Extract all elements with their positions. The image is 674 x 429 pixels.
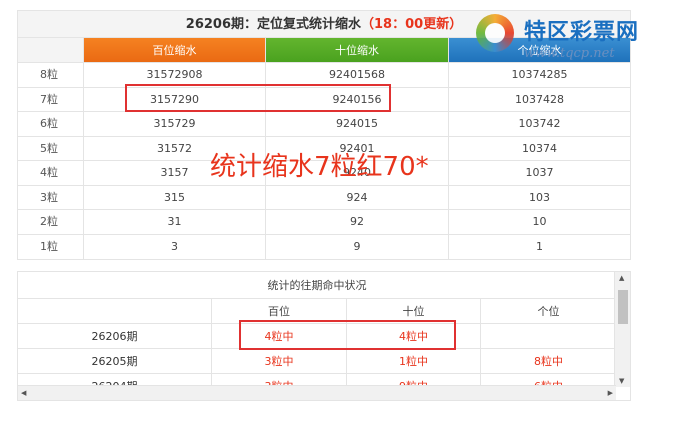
cell-hundreds: 31572908 xyxy=(84,63,266,87)
highlight-box-7-grains xyxy=(125,84,391,112)
scroll-right-icon[interactable]: ▶ xyxy=(608,389,613,397)
cell-ones: 10374 xyxy=(522,141,557,155)
history-tens: 1粒中 xyxy=(347,349,481,373)
row-label: 8粒 xyxy=(18,63,84,87)
cell-ones: 1 xyxy=(536,239,543,253)
table-row: 3粒 315 924 103 xyxy=(18,185,630,210)
history-header-issue xyxy=(18,299,212,323)
cell-hundreds: 315 xyxy=(84,185,266,209)
scroll-down-icon[interactable]: ▼ xyxy=(619,377,624,385)
title-issue: 26206期：定位复式统计缩水 xyxy=(185,17,362,32)
cell-tens: 9 xyxy=(266,234,449,259)
row-label: 3粒 xyxy=(18,185,84,209)
history-header-ones: 个位 xyxy=(537,305,560,318)
history-title: 统计的往期命中状况 xyxy=(18,272,616,299)
history-row: 26205期 3粒中 1粒中 8粒中 xyxy=(18,349,616,374)
scroll-thumb[interactable] xyxy=(618,290,628,324)
cell-tens: 92 xyxy=(266,210,449,234)
cell-ones: 103 xyxy=(529,190,550,204)
title-update-time: （18：00更新） xyxy=(361,17,463,32)
row-label: 6粒 xyxy=(18,112,84,136)
history-issue: 26205期 xyxy=(18,349,212,373)
row-label: 2粒 xyxy=(18,210,84,234)
horizontal-scrollbar[interactable]: ◀ ▶ xyxy=(18,385,616,400)
row-label: 5粒 xyxy=(18,136,84,160)
cell-tens: 924 xyxy=(266,185,449,209)
cell-ones: 1037428 xyxy=(515,92,564,106)
highlight-box-26206 xyxy=(239,320,456,350)
cell-hundreds: 3 xyxy=(84,234,266,259)
cell-tens: 924015 xyxy=(266,112,449,136)
cell-ones: 103742 xyxy=(518,117,561,130)
overlay-annotation: 统计缩水7粒红70* xyxy=(210,152,429,182)
history-ones: 8粒中 xyxy=(534,355,563,368)
row-label: 7粒 xyxy=(18,87,84,111)
history-issue: 26206期 xyxy=(18,324,212,348)
header-tens: 十位缩水 xyxy=(266,38,449,62)
logo-name: 特区彩票网 xyxy=(524,20,640,45)
cell-ones: 1037 xyxy=(525,166,554,179)
site-watermark-logo: 特区彩票网 www.tqcp.net xyxy=(472,8,672,70)
table-row: 6粒 315729 924015 103742 xyxy=(18,112,630,137)
logo-swirl-icon xyxy=(476,14,514,52)
table-row: 2粒 31 92 10 xyxy=(18,210,630,235)
row-label: 1粒 xyxy=(18,234,84,259)
header-blank xyxy=(18,38,84,62)
cell-tens: 92401568 xyxy=(266,63,449,87)
cell-hundreds: 31 xyxy=(84,210,266,234)
logo-url: www.tqcp.net xyxy=(524,46,615,61)
history-hundreds: 3粒中 xyxy=(212,349,347,373)
vertical-scrollbar[interactable]: ▲ ▼ xyxy=(614,272,630,387)
scroll-up-icon[interactable]: ▲ xyxy=(619,274,624,282)
header-hundreds: 百位缩水 xyxy=(84,38,266,62)
cell-ones: 10 xyxy=(532,215,547,228)
table-row: 1粒 3 9 1 xyxy=(18,234,630,259)
row-label: 4粒 xyxy=(18,161,84,185)
history-ones xyxy=(481,324,616,348)
cell-hundreds: 315729 xyxy=(84,112,266,136)
scroll-left-icon[interactable]: ◀ xyxy=(21,389,26,397)
